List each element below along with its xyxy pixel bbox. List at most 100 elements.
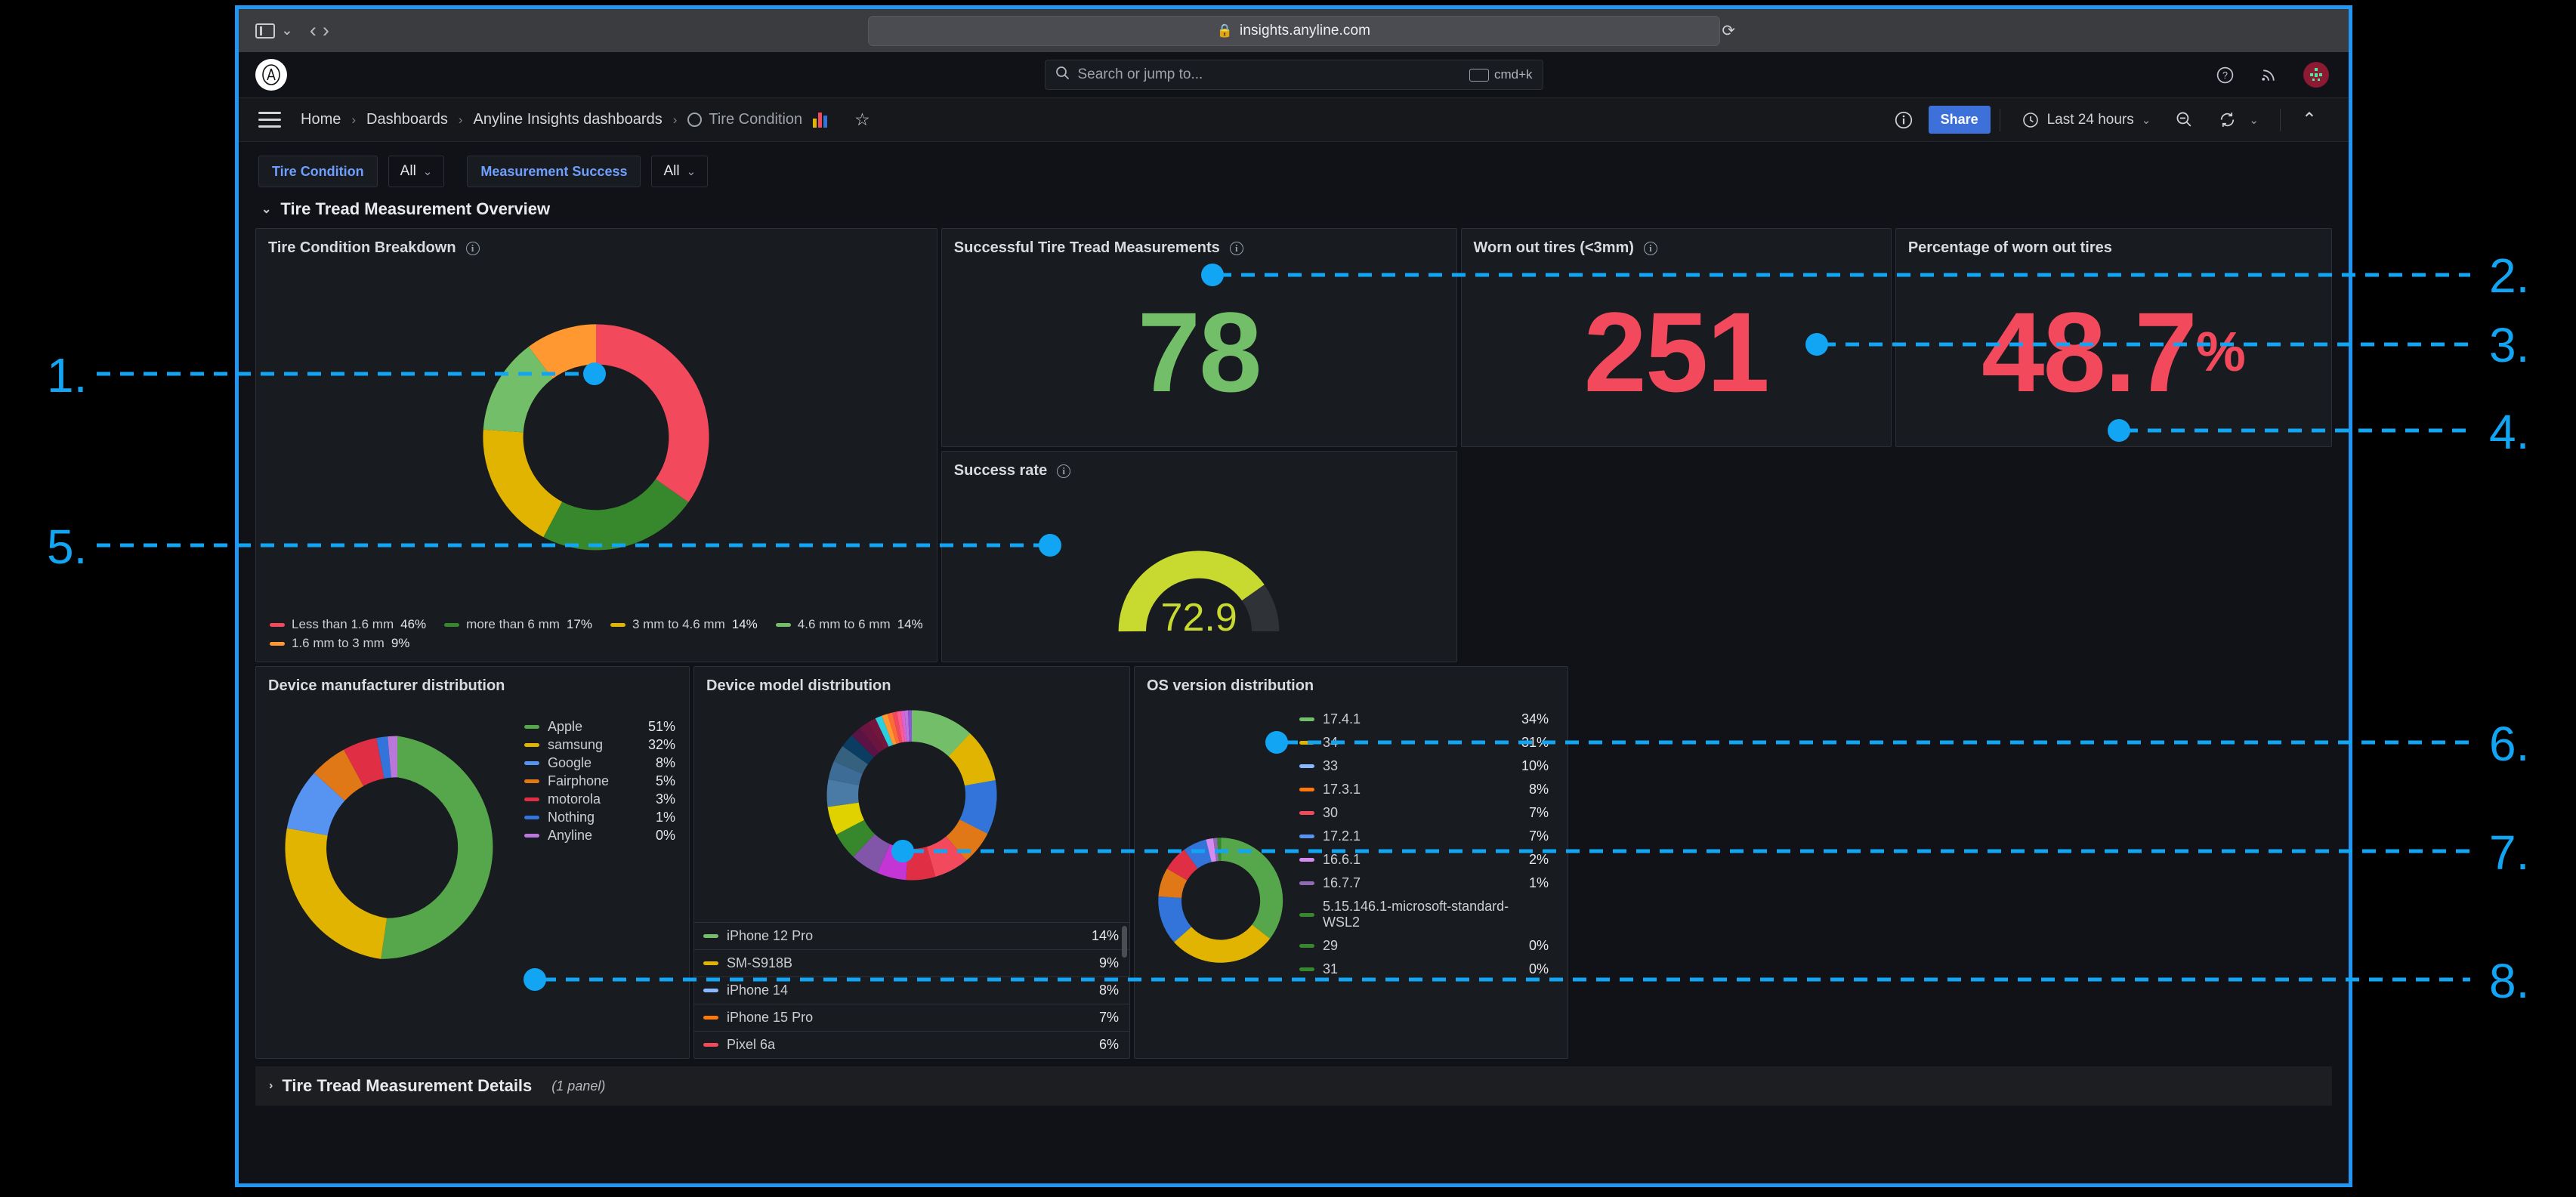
legend-item[interactable]: 17.4.1 34% <box>1299 711 1549 727</box>
panel-device-manufacturer[interactable]: Device manufacturer distribution Apple 5… <box>255 666 690 1059</box>
forward-arrow-icon[interactable]: › <box>323 20 329 41</box>
legend-label: 33 <box>1323 758 1339 773</box>
filter-value-text: All <box>400 163 416 179</box>
panel-successful-measurements[interactable]: Successful Tire Tread Measurements i 78 <box>941 228 1457 447</box>
info-circle-icon[interactable] <box>1894 110 1913 130</box>
panel-title-text: Successful Tire Tread Measurements <box>953 239 1220 256</box>
stat-suffix: % <box>2195 320 2246 383</box>
info-circle-icon[interactable]: i <box>1057 464 1071 478</box>
time-range-picker[interactable]: Last 24 hours ⌄ <box>2009 111 2164 129</box>
grafana-app: Search or jump to... cmd+k ? Home › Dash… <box>239 52 2349 1183</box>
legend-item[interactable]: 33 10% <box>1299 758 1549 774</box>
legend-label: motorola <box>548 791 601 807</box>
filter-value-tire-condition[interactable]: All ⌄ <box>388 156 445 187</box>
section-header-overview[interactable]: ⌄ Tire Tread Measurement Overview <box>239 187 2349 225</box>
reload-icon[interactable]: ⟳ <box>1722 21 1735 40</box>
breadcrumb-item-dashboards[interactable]: Dashboards <box>366 111 448 128</box>
table-row[interactable]: iPhone 15 Pro 7% <box>694 1004 1129 1032</box>
info-circle-icon[interactable]: i <box>465 241 480 255</box>
table-row[interactable]: Pixel 6a 6% <box>694 1032 1129 1058</box>
breadcrumb-item-home[interactable]: Home <box>301 111 341 128</box>
star-outline-icon[interactable]: ☆ <box>854 110 870 130</box>
legend-scrollbar-thumb[interactable] <box>1122 926 1127 958</box>
legend-item[interactable]: 34 31% <box>1299 735 1549 751</box>
table-row[interactable]: iPhone 12 Pro 14% <box>694 923 1129 950</box>
legend-item[interactable]: 1.6 mm to 3 mm 9% <box>270 636 923 651</box>
share-button[interactable]: Share <box>1928 106 1991 134</box>
breadcrumb-item-tire-condition[interactable]: Tire Condition <box>687 111 802 128</box>
dashboard-row-1: Tire Condition Breakdown i Less than 1.6… <box>255 228 2332 662</box>
dashboard-row-2: Device manufacturer distribution Apple 5… <box>255 666 2332 1059</box>
section-header-details[interactable]: › Tire Tread Measurement Details (1 pane… <box>255 1066 2332 1106</box>
legend-item[interactable]: 4.6 mm to 6 mm 14% <box>775 617 923 632</box>
legend-label: Less than 1.6 mm <box>292 617 394 631</box>
panel-success-rate[interactable]: Success rate i 72.9 <box>941 451 1457 662</box>
panel-title: Successful Tire Tread Measurements i <box>942 229 1456 257</box>
refresh-button[interactable]: ⌄ <box>2206 110 2271 129</box>
user-avatar-icon[interactable] <box>2303 62 2329 88</box>
legend-item[interactable]: samsung 32% <box>524 737 675 753</box>
rss-news-icon[interactable] <box>2259 66 2278 85</box>
legend-os-version: 17.4.1 34% 34 31% 33 10% 17.3.1 8% 30 7% 17.2… <box>1299 711 1549 977</box>
donut-chart-os-version <box>1158 838 1283 963</box>
anyline-logo-icon[interactable] <box>255 59 287 91</box>
table-row[interactable]: iPhone 14 8% <box>694 977 1129 1004</box>
breadcrumb-item-anyline-insights-dashboards[interactable]: Anyline Insights dashboards <box>474 111 663 128</box>
legend-item[interactable]: Fairphone 5% <box>524 773 675 789</box>
table-row[interactable]: SM-S918B 9% <box>694 950 1129 977</box>
legend-value: 8% <box>1528 782 1549 797</box>
address-bar[interactable]: 🔒 insights.anyline.com <box>867 15 1720 46</box>
legend-value: 17% <box>566 617 592 631</box>
panel-os-version[interactable]: OS version distribution 17.4.1 34% 34 31… <box>1134 666 1568 1059</box>
legend-item[interactable]: 30 7% <box>1299 805 1549 821</box>
legend-item[interactable]: Apple 51% <box>524 719 675 735</box>
search-icon <box>1055 66 1070 84</box>
legend-item[interactable]: 5.15.146.1-microsoft-standard-WSL2 <box>1299 899 1549 930</box>
panel-tire-condition-breakdown[interactable]: Tire Condition Breakdown i Less than 1.6… <box>255 228 937 662</box>
filter-bar: Tire Condition All ⌄ Measurement Success… <box>239 142 2349 187</box>
help-circle-icon[interactable]: ? <box>2216 66 2235 85</box>
panel-percentage-worn-out[interactable]: Percentage of worn out tires 48.7 % <box>1895 228 2332 447</box>
legend-value: 32% <box>647 737 675 752</box>
info-circle-icon[interactable]: i <box>1229 241 1243 255</box>
panel-title-text: Device model distribution <box>706 677 891 694</box>
sidebar-toggle-icon[interactable] <box>255 23 275 39</box>
svg-text:?: ? <box>2222 70 2228 81</box>
legend-item[interactable]: 16.6.1 2% <box>1299 852 1549 868</box>
hamburger-menu-icon[interactable] <box>258 112 281 128</box>
legend-item[interactable]: more than 6 mm 17% <box>444 617 592 632</box>
filter-value-measurement-success[interactable]: All ⌄ <box>651 156 709 187</box>
legend-item[interactable]: Nothing 1% <box>524 810 675 825</box>
url-text: insights.anyline.com <box>1240 22 1371 39</box>
info-circle-icon[interactable]: i <box>1643 241 1657 255</box>
legend-item[interactable]: 31 0% <box>1299 961 1549 977</box>
legend-item[interactable]: 29 0% <box>1299 938 1549 954</box>
chevron-down-icon[interactable]: ⌄ <box>281 23 293 38</box>
legend-item[interactable]: Anyline 0% <box>524 828 675 844</box>
section-title: Tire Tread Measurement Details <box>282 1076 533 1095</box>
shortcut-label: cmd+k <box>1493 67 1533 82</box>
back-arrow-icon[interactable]: ‹ <box>310 20 317 41</box>
filter-label-measurement-success[interactable]: Measurement Success <box>467 156 641 187</box>
panel-title: Worn out tires (<3mm) i <box>1462 229 1891 257</box>
legend-item[interactable]: 17.2.1 7% <box>1299 828 1549 844</box>
panel-worn-out-tires[interactable]: Worn out tires (<3mm) i 251 <box>1460 228 1892 447</box>
search-input[interactable]: Search or jump to... cmd+k <box>1044 60 1543 90</box>
annotation-number-5: 5. <box>47 520 88 574</box>
legend-item[interactable]: 3 mm to 4.6 mm 14% <box>610 617 758 632</box>
panel-title: Tire Condition Breakdown i <box>256 229 937 257</box>
panel-device-model[interactable]: Device model distribution iPhone 12 Pro … <box>693 666 1130 1059</box>
gauge-success-rate: 72.9 <box>942 480 1456 662</box>
legend-item[interactable]: 17.3.1 8% <box>1299 782 1549 797</box>
dashboard-grid: Tire Condition Breakdown i Less than 1.6… <box>239 225 2349 1059</box>
section-panel-count: (1 panel) <box>551 1078 606 1094</box>
legend-item[interactable]: 16.7.7 1% <box>1299 875 1549 891</box>
legend-value: 10% <box>1521 758 1549 773</box>
filter-label-tire-condition[interactable]: Tire Condition <box>258 156 378 187</box>
collapse-toolbar-button[interactable]: ⌃ <box>2290 109 2329 131</box>
legend-item[interactable]: Less than 1.6 mm 46% <box>270 617 426 632</box>
legend-item[interactable]: Google 8% <box>524 755 675 771</box>
zoom-out-button[interactable] <box>2163 110 2206 129</box>
legend-item[interactable]: motorola 3% <box>524 791 675 807</box>
legend-label: Google <box>548 755 592 770</box>
